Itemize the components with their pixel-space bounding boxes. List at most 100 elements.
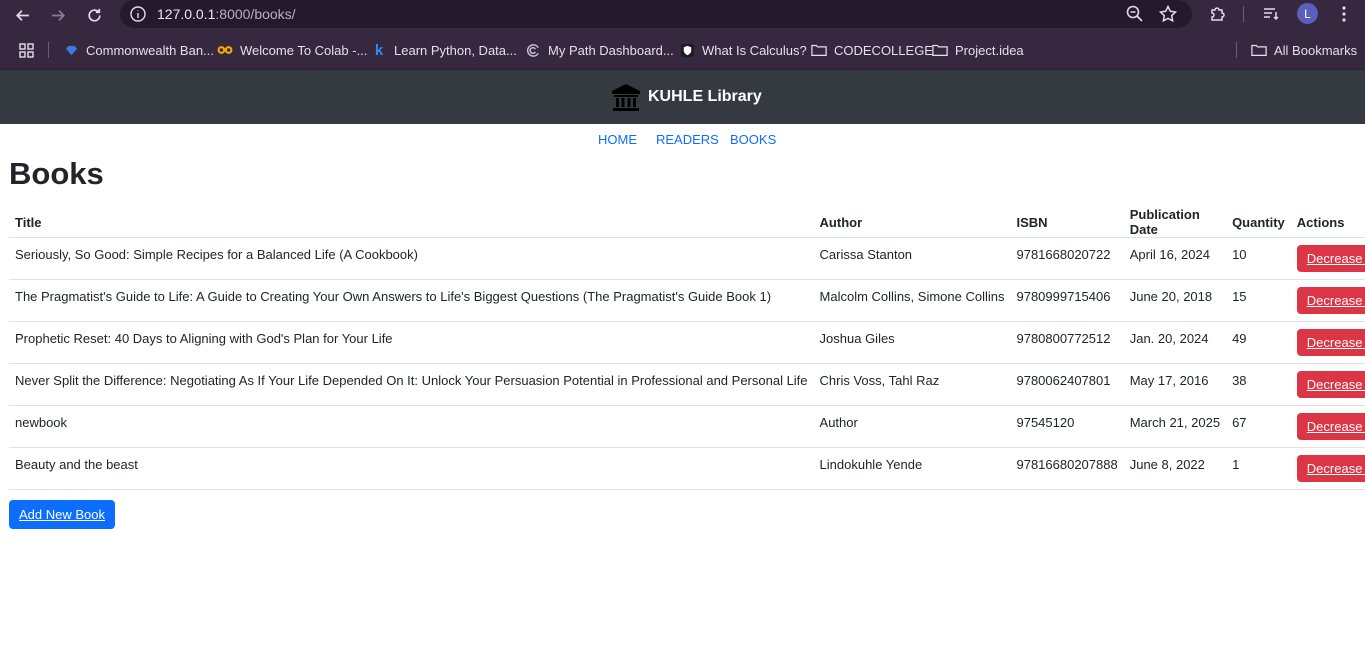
cell-actions: Decrease Quantity bbox=[1290, 321, 1365, 364]
bookmarks-bar: Commonwealth Ban... Welcome To Colab -..… bbox=[0, 30, 1365, 70]
cell-author: Lindokuhle Yende bbox=[813, 447, 1011, 490]
cell-isbn: 9780999715406 bbox=[1010, 279, 1124, 322]
cell-author: Joshua Giles bbox=[813, 321, 1011, 364]
cell-publication-date: Jan. 20, 2024 bbox=[1123, 321, 1227, 364]
cell-author: Carissa Stanton bbox=[813, 237, 1011, 280]
cell-title: newbook bbox=[9, 405, 814, 448]
brand[interactable]: KUHLE Library bbox=[610, 81, 762, 113]
reading-list-icon[interactable] bbox=[1260, 3, 1282, 25]
cell-actions: Decrease Quantity bbox=[1290, 405, 1365, 448]
toolbar-divider bbox=[1243, 6, 1244, 22]
decrease-quantity-button[interactable]: Decrease Quantity bbox=[1296, 287, 1365, 314]
decrease-quantity-button[interactable]: Decrease Quantity bbox=[1296, 329, 1365, 356]
table-row: Prophetic Reset: 40 Days to Aligning wit… bbox=[9, 321, 1365, 364]
bookmark-folder-project[interactable]: Project.idea bbox=[932, 41, 1024, 59]
cell-title: Never Split the Difference: Negotiating … bbox=[9, 363, 814, 406]
cell-author: Chris Voss, Tahl Raz bbox=[813, 363, 1011, 406]
bookmark-colab[interactable]: Welcome To Colab -... bbox=[217, 41, 367, 59]
cell-actions: Decrease Quantity bbox=[1290, 237, 1365, 280]
bookmark-learn-python[interactable]: k Learn Python, Data... bbox=[371, 41, 517, 59]
bookmarks-divider bbox=[1236, 42, 1237, 58]
bookmark-label: Welcome To Colab -... bbox=[240, 42, 368, 58]
cell-isbn: 97816680207888 bbox=[1010, 447, 1124, 490]
cell-quantity: 38 bbox=[1226, 363, 1291, 406]
zoom-icon[interactable] bbox=[1125, 4, 1145, 24]
nav-books[interactable]: BOOKS bbox=[730, 132, 776, 147]
site-info-icon[interactable] bbox=[129, 5, 147, 23]
cell-isbn: 97545120 bbox=[1010, 405, 1124, 448]
apps-icon[interactable] bbox=[18, 41, 34, 59]
bookmark-my-path[interactable]: My Path Dashboard... bbox=[525, 41, 674, 59]
cell-quantity: 1 bbox=[1226, 447, 1291, 490]
cell-title: Prophetic Reset: 40 Days to Aligning wit… bbox=[9, 321, 814, 364]
table-header-row: Title Author ISBN Publication Date Quant… bbox=[9, 207, 1365, 238]
cell-quantity: 10 bbox=[1226, 237, 1291, 280]
folder-icon bbox=[1251, 42, 1267, 58]
cell-title: Beauty and the beast bbox=[9, 447, 814, 490]
reload-icon[interactable] bbox=[82, 3, 106, 27]
col-isbn: ISBN bbox=[1010, 207, 1124, 238]
cell-publication-date: May 17, 2016 bbox=[1123, 363, 1227, 406]
table-row: Beauty and the beast Lindokuhle Yende 9781… bbox=[9, 447, 1365, 490]
cell-quantity: 49 bbox=[1226, 321, 1291, 364]
col-quantity: Quantity bbox=[1226, 207, 1291, 238]
cell-quantity: 15 bbox=[1226, 279, 1291, 322]
add-new-book-button[interactable]: Add New Book bbox=[9, 500, 115, 529]
table-row: newbook Author 97545120 March 21, 2025 67 Dec… bbox=[9, 405, 1365, 448]
cell-actions: Decrease Quantity bbox=[1290, 279, 1365, 322]
cell-quantity: 67 bbox=[1226, 405, 1291, 448]
cell-title: The Pragmatist's Guide to Life: A Guide … bbox=[9, 279, 814, 322]
star-icon[interactable] bbox=[1158, 4, 1178, 24]
books-table: Title Author ISBN Publication Date Quant… bbox=[9, 207, 1365, 490]
nav-readers[interactable]: READERS bbox=[656, 132, 719, 147]
menu-kebab-icon[interactable] bbox=[1333, 3, 1355, 25]
url-text[interactable]: 127.0.0.1:8000/books/ bbox=[157, 6, 296, 22]
cell-isbn: 9780062407801 bbox=[1010, 363, 1124, 406]
col-title: Title bbox=[9, 207, 814, 238]
cell-publication-date: April 16, 2024 bbox=[1123, 237, 1227, 280]
decrease-quantity-button[interactable]: Decrease Quantity bbox=[1296, 455, 1365, 482]
folder-icon bbox=[932, 42, 948, 58]
shield-icon bbox=[679, 42, 695, 58]
cell-publication-date: March 21, 2025 bbox=[1123, 405, 1227, 448]
browser-toolbar: 127.0.0.1:8000/books/ L bbox=[0, 0, 1365, 30]
folder-icon bbox=[811, 42, 827, 58]
col-publication-date: Publication Date bbox=[1123, 207, 1227, 238]
address-bar[interactable]: 127.0.0.1:8000/books/ bbox=[120, 0, 1192, 28]
decrease-quantity-button[interactable]: Decrease Quantity bbox=[1296, 245, 1365, 272]
bookmark-folder-codecollege[interactable]: CODECOLLEGE bbox=[811, 41, 933, 59]
cell-author: Author bbox=[813, 405, 1011, 448]
cell-publication-date: June 8, 2022 bbox=[1123, 447, 1227, 490]
table-row: Seriously, So Good: Simple Recipes for a… bbox=[9, 237, 1365, 280]
profile-avatar[interactable]: L bbox=[1297, 3, 1318, 24]
cell-isbn: 9781668020722 bbox=[1010, 237, 1124, 280]
bookmark-calculus[interactable]: What Is Calculus? bbox=[679, 41, 807, 59]
col-author: Author bbox=[813, 207, 1011, 238]
cell-actions: Decrease Quantity bbox=[1290, 447, 1365, 490]
extensions-icon[interactable] bbox=[1207, 3, 1229, 25]
bookmarks-divider bbox=[48, 42, 49, 58]
table-row: The Pragmatist's Guide to Life: A Guide … bbox=[9, 279, 1365, 322]
k-icon: k bbox=[374, 41, 384, 59]
all-bookmarks[interactable]: All Bookmarks bbox=[1251, 41, 1357, 59]
table-row: Never Split the Difference: Negotiating … bbox=[9, 363, 1365, 406]
bookmark-label: Commonwealth Ban... bbox=[86, 42, 214, 58]
bookmark-label: CODECOLLEGE bbox=[834, 42, 933, 58]
books-table-container: Title Author ISBN Publication Date Quant… bbox=[9, 207, 1365, 490]
site-nav: HOME READERS BOOKS bbox=[0, 124, 1365, 156]
brand-name: KUHLE Library bbox=[648, 88, 762, 105]
nav-home[interactable]: HOME bbox=[598, 132, 637, 147]
library-building-icon bbox=[612, 84, 640, 111]
swirl-icon bbox=[525, 42, 541, 58]
cell-author: Malcolm Collins, Simone Collins bbox=[813, 279, 1011, 322]
cell-isbn: 9780800772512 bbox=[1010, 321, 1124, 364]
bookmark-commonwealth[interactable]: Commonwealth Ban... bbox=[63, 41, 214, 59]
bookmark-label: Project.idea bbox=[955, 42, 1024, 58]
cell-publication-date: June 20, 2018 bbox=[1123, 279, 1227, 322]
site-header: KUHLE Library bbox=[0, 70, 1365, 124]
colab-icon bbox=[217, 42, 233, 58]
decrease-quantity-button[interactable]: Decrease Quantity bbox=[1296, 371, 1365, 398]
back-icon[interactable] bbox=[10, 3, 34, 27]
decrease-quantity-button[interactable]: Decrease Quantity bbox=[1296, 413, 1365, 440]
forward-icon[interactable] bbox=[46, 3, 70, 27]
